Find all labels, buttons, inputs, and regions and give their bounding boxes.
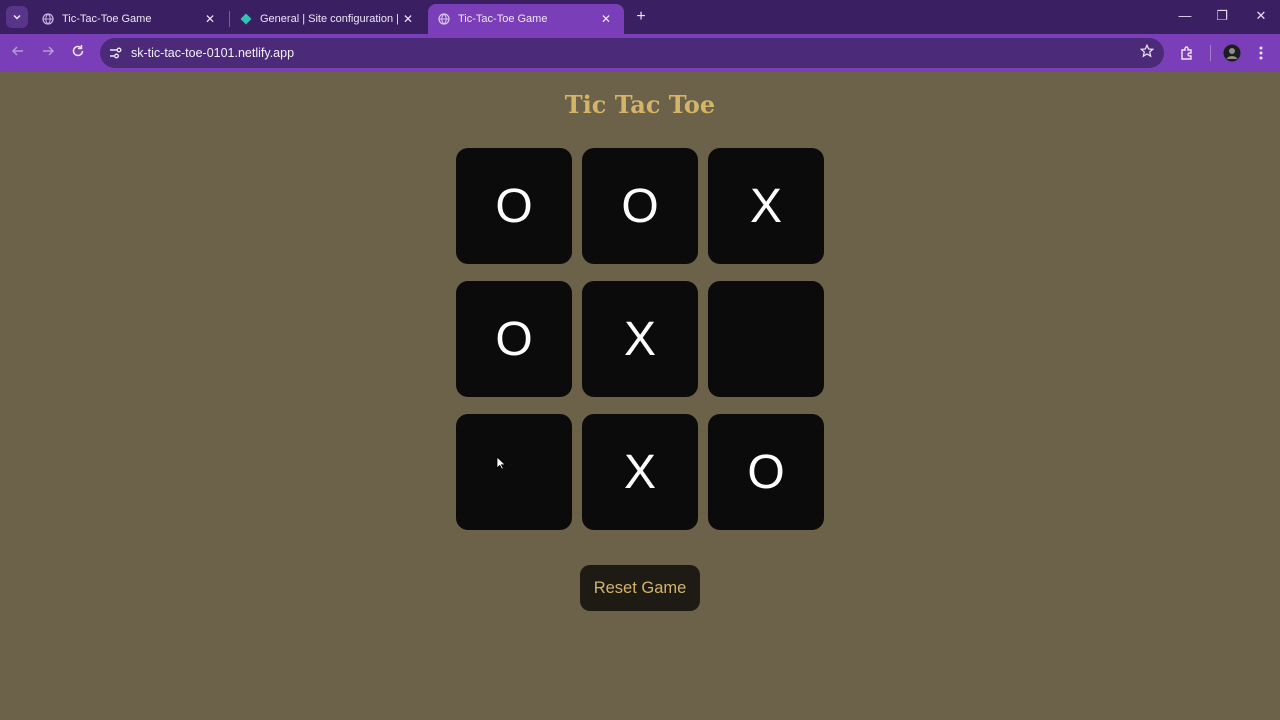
board-cell-4[interactable]: O bbox=[456, 281, 572, 397]
reload-icon bbox=[72, 45, 84, 57]
tab-title: Tic-Tac-Toe Game bbox=[458, 13, 548, 25]
arrow-right-icon bbox=[43, 46, 55, 56]
tab-close-icon[interactable]: ✕ bbox=[598, 12, 614, 26]
forward-button[interactable] bbox=[37, 42, 59, 64]
more-menu-icon[interactable] bbox=[1250, 42, 1272, 64]
tab-title: General | Site configuration | ex bbox=[260, 13, 400, 25]
board-cell-8[interactable]: X bbox=[582, 414, 698, 530]
mouse-cursor-icon bbox=[496, 456, 506, 470]
url-text[interactable]: sk-tic-tac-toe-0101.netlify.app bbox=[131, 46, 294, 60]
board-cell-7[interactable] bbox=[456, 414, 572, 530]
board-cell-1[interactable]: O bbox=[456, 148, 572, 264]
minimize-button[interactable]: — bbox=[1170, 6, 1200, 26]
browser-toolbar: sk-tic-tac-toe-0101.netlify.app bbox=[0, 34, 1280, 72]
reload-button[interactable] bbox=[67, 42, 89, 64]
tab-search-button[interactable] bbox=[6, 6, 28, 28]
tab-strip: Tic-Tac-Toe Game ✕ General | Site config… bbox=[0, 0, 1280, 34]
tab-2[interactable]: General | Site configuration | ex ✕ bbox=[230, 4, 426, 34]
site-settings-icon[interactable] bbox=[108, 46, 122, 60]
globe-icon bbox=[42, 13, 54, 25]
arrow-left-icon bbox=[11, 46, 23, 56]
board-cell-3[interactable]: X bbox=[708, 148, 824, 264]
tab-close-icon[interactable]: ✕ bbox=[400, 12, 416, 26]
close-window-button[interactable]: ✕ bbox=[1246, 6, 1276, 26]
game-page: Tic Tac Toe O O X O X X O Reset Game bbox=[0, 72, 1280, 720]
board-cell-6[interactable] bbox=[708, 281, 824, 397]
reset-game-button[interactable]: Reset Game bbox=[580, 565, 700, 611]
tab-3-active[interactable]: Tic-Tac-Toe Game ✕ bbox=[428, 4, 624, 34]
bookmark-star-icon[interactable] bbox=[1139, 43, 1155, 62]
profile-avatar[interactable] bbox=[1221, 42, 1243, 64]
address-bar[interactable]: sk-tic-tac-toe-0101.netlify.app bbox=[100, 38, 1164, 68]
tab-close-icon[interactable]: ✕ bbox=[202, 12, 218, 26]
toolbar-divider bbox=[1210, 45, 1211, 61]
tab-title: Tic-Tac-Toe Game bbox=[62, 13, 152, 25]
extensions-puzzle-icon[interactable] bbox=[1176, 42, 1198, 64]
new-tab-button[interactable]: + bbox=[630, 8, 652, 28]
chevron-down-icon bbox=[13, 14, 21, 20]
board-cell-9[interactable]: O bbox=[708, 414, 824, 530]
game-board: O O X O X X O bbox=[456, 148, 824, 530]
restore-button[interactable]: ❐ bbox=[1207, 6, 1237, 26]
page-title: Tic Tac Toe bbox=[564, 90, 716, 119]
board-cell-2[interactable]: O bbox=[582, 148, 698, 264]
tab-1[interactable]: Tic-Tac-Toe Game ✕ bbox=[32, 4, 228, 34]
back-button[interactable] bbox=[7, 42, 29, 64]
netlify-diamond-icon bbox=[240, 13, 252, 25]
globe-icon bbox=[438, 13, 450, 25]
board-cell-5[interactable]: X bbox=[582, 281, 698, 397]
